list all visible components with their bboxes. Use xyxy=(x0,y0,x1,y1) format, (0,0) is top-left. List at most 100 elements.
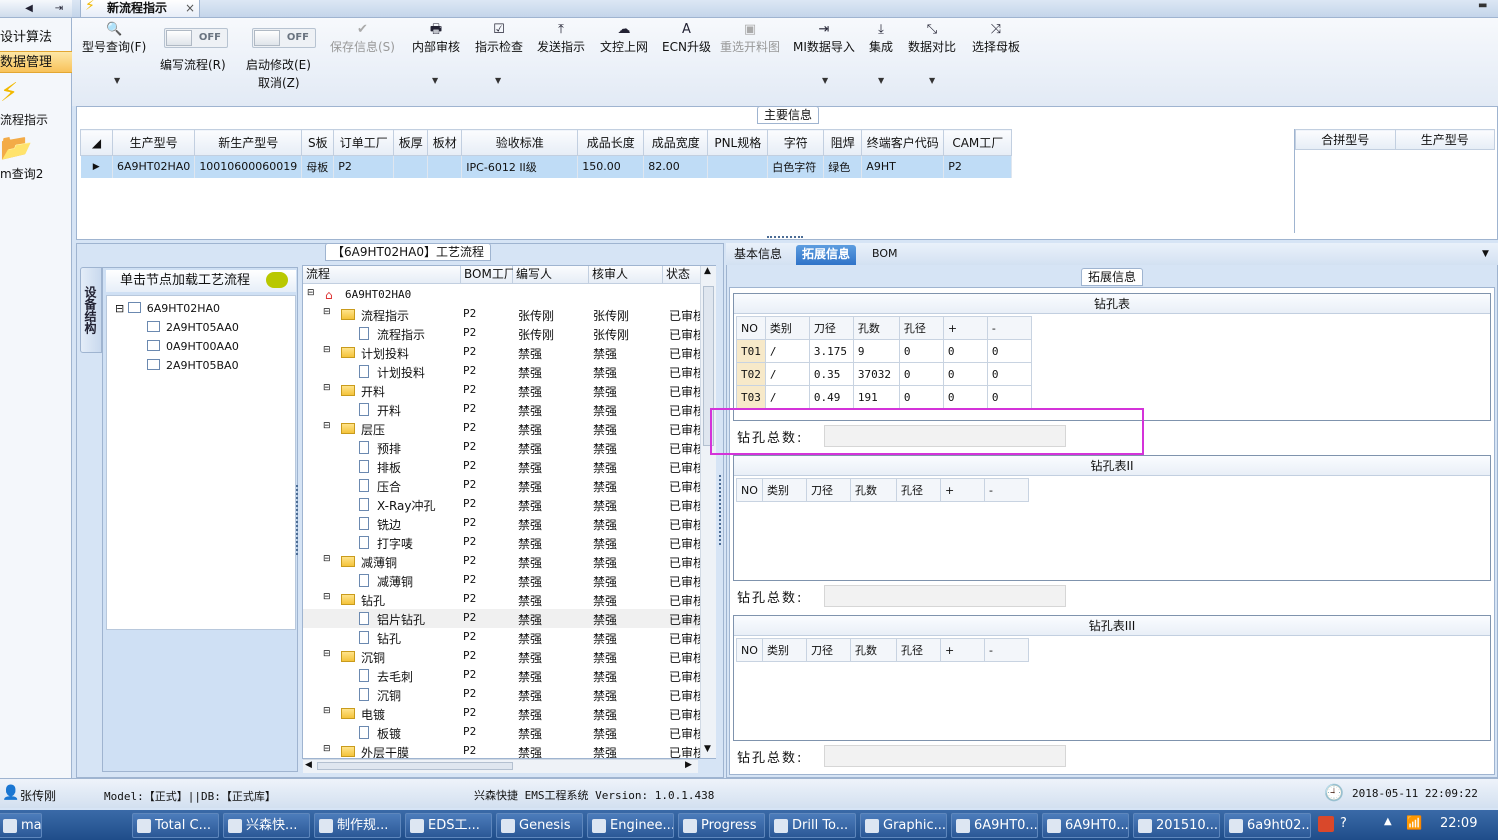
drill-cell[interactable]: 0 xyxy=(986,339,1032,363)
integrate-button[interactable]: ⤓ 集成 xyxy=(869,22,893,55)
nav-item-data-mgmt[interactable]: 数据管理 xyxy=(0,51,72,73)
tab-basic-info[interactable]: 基本信息 xyxy=(728,245,788,265)
drill-total-field[interactable] xyxy=(824,585,1066,607)
chevron-down-icon[interactable]: ▼ xyxy=(1482,249,1489,259)
cancel-edit-label[interactable]: 取消(Z) xyxy=(258,74,300,91)
tab-scroll-icon[interactable]: ▬ xyxy=(1478,0,1487,11)
taskbar-button[interactable]: 制作规... xyxy=(314,813,401,838)
main-col-header[interactable]: 成品长度 xyxy=(577,129,645,156)
side-tab-structure[interactable]: 设备结构 xyxy=(80,267,102,353)
drill-col-header[interactable]: 类别 xyxy=(762,478,807,502)
chevron-down-icon[interactable]: ▼ xyxy=(929,76,935,85)
drill-col-header[interactable]: NO xyxy=(736,316,766,340)
drill-cell[interactable]: 0 xyxy=(942,339,988,363)
drill-col-header[interactable]: + xyxy=(940,638,985,662)
process-row[interactable]: 板镀 P2 禁强 禁强 已审核 xyxy=(303,723,715,742)
main-cell[interactable]: 绿色 xyxy=(823,155,863,178)
drill-col-header[interactable]: NO xyxy=(736,478,763,502)
nav-item-design[interactable]: 设计算法 xyxy=(0,27,72,49)
save-info-button[interactable]: ✔ 保存信息(S) xyxy=(330,22,395,55)
process-row[interactable]: 压合 P2 禁强 禁强 已审核 xyxy=(303,476,715,495)
model-query-button[interactable]: 🔍 型号查询(F) xyxy=(82,22,146,55)
tab-bom[interactable]: BOM xyxy=(866,245,904,265)
col-header-reviewer[interactable]: 核审人 xyxy=(589,266,663,284)
process-row[interactable]: X-Ray冲孔 P2 禁强 禁强 已审核 xyxy=(303,495,715,514)
main-col-header[interactable]: 板厚 xyxy=(393,129,429,156)
process-row[interactable]: 预排 P2 禁强 禁强 已审核 xyxy=(303,438,715,457)
checkbox-icon[interactable] xyxy=(147,359,160,370)
taskbar-button[interactable]: Total C... xyxy=(132,813,219,838)
main-cell[interactable] xyxy=(707,155,769,178)
drill-col-header[interactable]: 孔数 xyxy=(852,316,900,340)
process-row[interactable]: 打字唛 P2 禁强 禁强 已审核 xyxy=(303,533,715,552)
col-header-writer[interactable]: 编写人 xyxy=(513,266,589,284)
main-cell[interactable]: IPC-6012 II级 xyxy=(461,155,579,178)
scroll-up-icon[interactable]: ▲ xyxy=(704,266,711,276)
main-col-header[interactable]: 验收标准 xyxy=(461,129,579,156)
drill-col-header[interactable]: 刀径 xyxy=(808,316,854,340)
taskbar-button[interactable]: Enginee... xyxy=(587,813,674,838)
chevron-down-icon[interactable]: ▼ xyxy=(822,76,828,85)
main-col-header[interactable]: PNL规格 xyxy=(707,129,769,156)
collapse-icon[interactable]: ⊟ xyxy=(323,592,331,602)
tab-new-process[interactable]: ⚡ 新流程指示 × xyxy=(80,0,200,18)
drill-col-header[interactable]: 孔径 xyxy=(896,638,941,662)
data-compare-button[interactable]: ⤡ 数据对比 xyxy=(908,22,956,55)
drill-col-header[interactable]: 孔数 xyxy=(850,638,897,662)
mi-import-button[interactable]: ⇥ MI数据导入 xyxy=(793,22,855,55)
checkbox-icon[interactable] xyxy=(147,321,160,332)
process-vertical-scrollbar[interactable]: ▲ ▼ xyxy=(700,266,716,758)
main-col-header[interactable]: 生产型号 xyxy=(111,129,196,156)
checkbox-icon[interactable] xyxy=(127,302,141,313)
select-template-button[interactable]: ⤨ 选择母板 xyxy=(972,22,1020,55)
drill-cell[interactable]: 37032 xyxy=(852,362,900,386)
lightning-icon[interactable]: ⚡ xyxy=(0,78,18,108)
taskbar-button[interactable]: 6A9HT0... xyxy=(951,813,1038,838)
collapse-icon[interactable]: ⊟ xyxy=(323,706,331,716)
main-col-header[interactable]: S板 xyxy=(301,129,335,156)
main-cell[interactable]: 10010600060019 xyxy=(194,155,303,178)
drill-col-header[interactable]: - xyxy=(984,478,1029,502)
process-row[interactable]: 去毛刺 P2 禁强 禁强 已审核 xyxy=(303,666,715,685)
main-cell[interactable]: 82.00 xyxy=(643,155,709,178)
drill-col-header[interactable]: 孔数 xyxy=(850,478,897,502)
taskbar-button[interactable]: Graphic... xyxy=(860,813,947,838)
main-cell[interactable]: 白色字符 xyxy=(767,155,825,178)
drill-cell[interactable]: 9 xyxy=(852,339,900,363)
chevron-down-icon[interactable]: ▼ xyxy=(495,76,501,85)
tree-node-child[interactable]: 2A9HT05AA0 xyxy=(147,321,239,334)
main-col-header[interactable]: 新生产型号 xyxy=(194,129,303,156)
drill-row[interactable]: T01/3.175 9 0 0 0 xyxy=(736,339,1032,363)
drill-cell[interactable]: / xyxy=(764,339,810,363)
main-col-header[interactable]: 订单工厂 xyxy=(333,129,395,156)
drill-cell[interactable]: / xyxy=(764,385,810,409)
process-row[interactable]: ⊟ 钻孔 P2 禁强 禁强 已审核 xyxy=(303,590,715,609)
tree-node-child[interactable]: 0A9HT00AA0 xyxy=(147,340,239,353)
main-cell[interactable]: A9HT xyxy=(861,155,945,178)
drill-cell[interactable]: 0 xyxy=(986,362,1032,386)
network-icon[interactable]: 📶 xyxy=(1406,816,1422,831)
enable-edit-toggle[interactable]: OFF xyxy=(252,28,316,48)
send-instruction-button[interactable]: ⤒ 发送指示 xyxy=(537,22,585,55)
process-row[interactable]: 流程指示 P2 张传刚 张传刚 已审核 xyxy=(303,324,715,343)
process-root-row[interactable]: ⊟ ⌂ 6A9HT02HA0 xyxy=(303,286,715,305)
nav-back-icon[interactable]: ◀ xyxy=(20,0,38,18)
main-col-header[interactable]: 终端客户代码 xyxy=(861,129,945,156)
process-row[interactable]: ⊟ 沉铜 P2 禁强 禁强 已审核 xyxy=(303,647,715,666)
checkbox-icon[interactable] xyxy=(147,340,160,351)
drill-cell[interactable]: 0.49 xyxy=(808,385,854,409)
write-process-toggle[interactable]: OFF xyxy=(164,28,228,48)
chevron-down-icon[interactable]: ▼ xyxy=(432,76,438,85)
drill-col-header[interactable]: + xyxy=(940,478,985,502)
nav-shortcut-process[interactable]: 流程指示 xyxy=(0,111,48,128)
production-model-header[interactable]: 生产型号 xyxy=(1394,129,1495,150)
tree-node-child[interactable]: 2A9HT05BA0 xyxy=(147,359,239,372)
drill-cell[interactable]: 191 xyxy=(852,385,900,409)
main-col-header[interactable]: 阻焊 xyxy=(823,129,863,156)
main-cell[interactable]: 6A9HT02HA0 xyxy=(112,155,196,178)
main-cell[interactable]: 母板 xyxy=(301,155,335,178)
doc-control-online-button[interactable]: ☁ 文控上网 xyxy=(600,22,648,55)
collapse-icon[interactable]: ⊟ xyxy=(323,421,331,431)
chevron-down-icon[interactable]: ▼ xyxy=(878,76,884,85)
drill-cell[interactable]: 3.175 xyxy=(808,339,854,363)
